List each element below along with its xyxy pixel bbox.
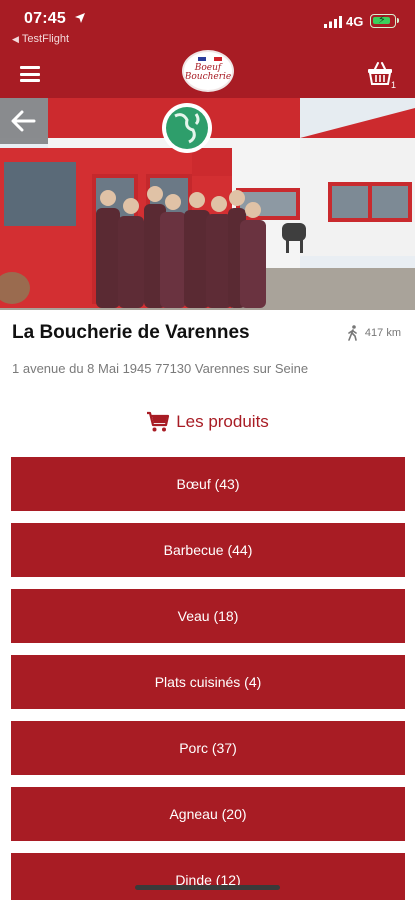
category-button-boeuf[interactable]: Bœuf (43) [11, 457, 405, 511]
walking-person-icon [348, 325, 357, 341]
products-section-title: Les produits [0, 411, 415, 433]
category-button-barbecue[interactable]: Barbecue (44) [11, 523, 405, 577]
battery-icon: ⚡ [370, 14, 399, 28]
back-arrow-icon [11, 110, 36, 132]
category-button-plats-cuisines[interactable]: Plats cuisinés (4) [11, 655, 405, 709]
products-title: Les produits [176, 412, 269, 431]
category-button-agneau[interactable]: Agneau (20) [11, 787, 405, 841]
category-label: Porc (37) [179, 740, 237, 756]
signal-icon [324, 16, 342, 28]
shop-name: La Boucherie de Varennes [12, 322, 250, 343]
shop-distance: 417 km [347, 325, 401, 341]
brand-logo[interactable]: Boeuf Boucherie [182, 50, 234, 92]
category-label: Barbecue (44) [163, 542, 253, 558]
menu-button[interactable] [20, 66, 40, 82]
cart-count-badge: 1 [391, 80, 397, 90]
category-button-dinde[interactable]: Dinde (12) [11, 853, 405, 900]
category-label: Agneau (20) [169, 806, 247, 822]
location-arrow-icon [75, 13, 85, 23]
status-time: 07:45 [24, 10, 66, 27]
category-button-porc[interactable]: Porc (37) [11, 721, 405, 775]
network-type: 4G [346, 14, 364, 29]
back-app-label: TestFlight [21, 33, 69, 45]
status-bar: 07:45 ◀ TestFlight 4G ⚡ [0, 0, 415, 48]
category-label: Veau (18) [177, 608, 239, 624]
shop-photo [0, 98, 415, 310]
top-bar: 07:45 ◀ TestFlight 4G ⚡ Boeuf Boucherie 1 [0, 0, 415, 98]
cart-icon [147, 411, 170, 432]
home-indicator[interactable] [135, 885, 280, 890]
category-button-veau[interactable]: Veau (18) [11, 589, 405, 643]
back-to-app-link[interactable]: ◀ TestFlight [12, 33, 69, 45]
logo-text: Boeuf Boucherie [184, 63, 232, 82]
category-label: Bœuf (43) [176, 476, 240, 492]
back-triangle-icon: ◀ [12, 34, 19, 44]
back-button[interactable] [0, 98, 48, 144]
shop-photo-illustration [0, 98, 415, 310]
menu-icon [20, 66, 40, 69]
category-label: Plats cuisinés (4) [154, 674, 262, 690]
shop-address: 1 avenue du 8 Mai 1945 77130 Varennes su… [12, 361, 309, 376]
distance-value: 417 km [364, 327, 401, 339]
basket-icon[interactable] [366, 60, 394, 88]
